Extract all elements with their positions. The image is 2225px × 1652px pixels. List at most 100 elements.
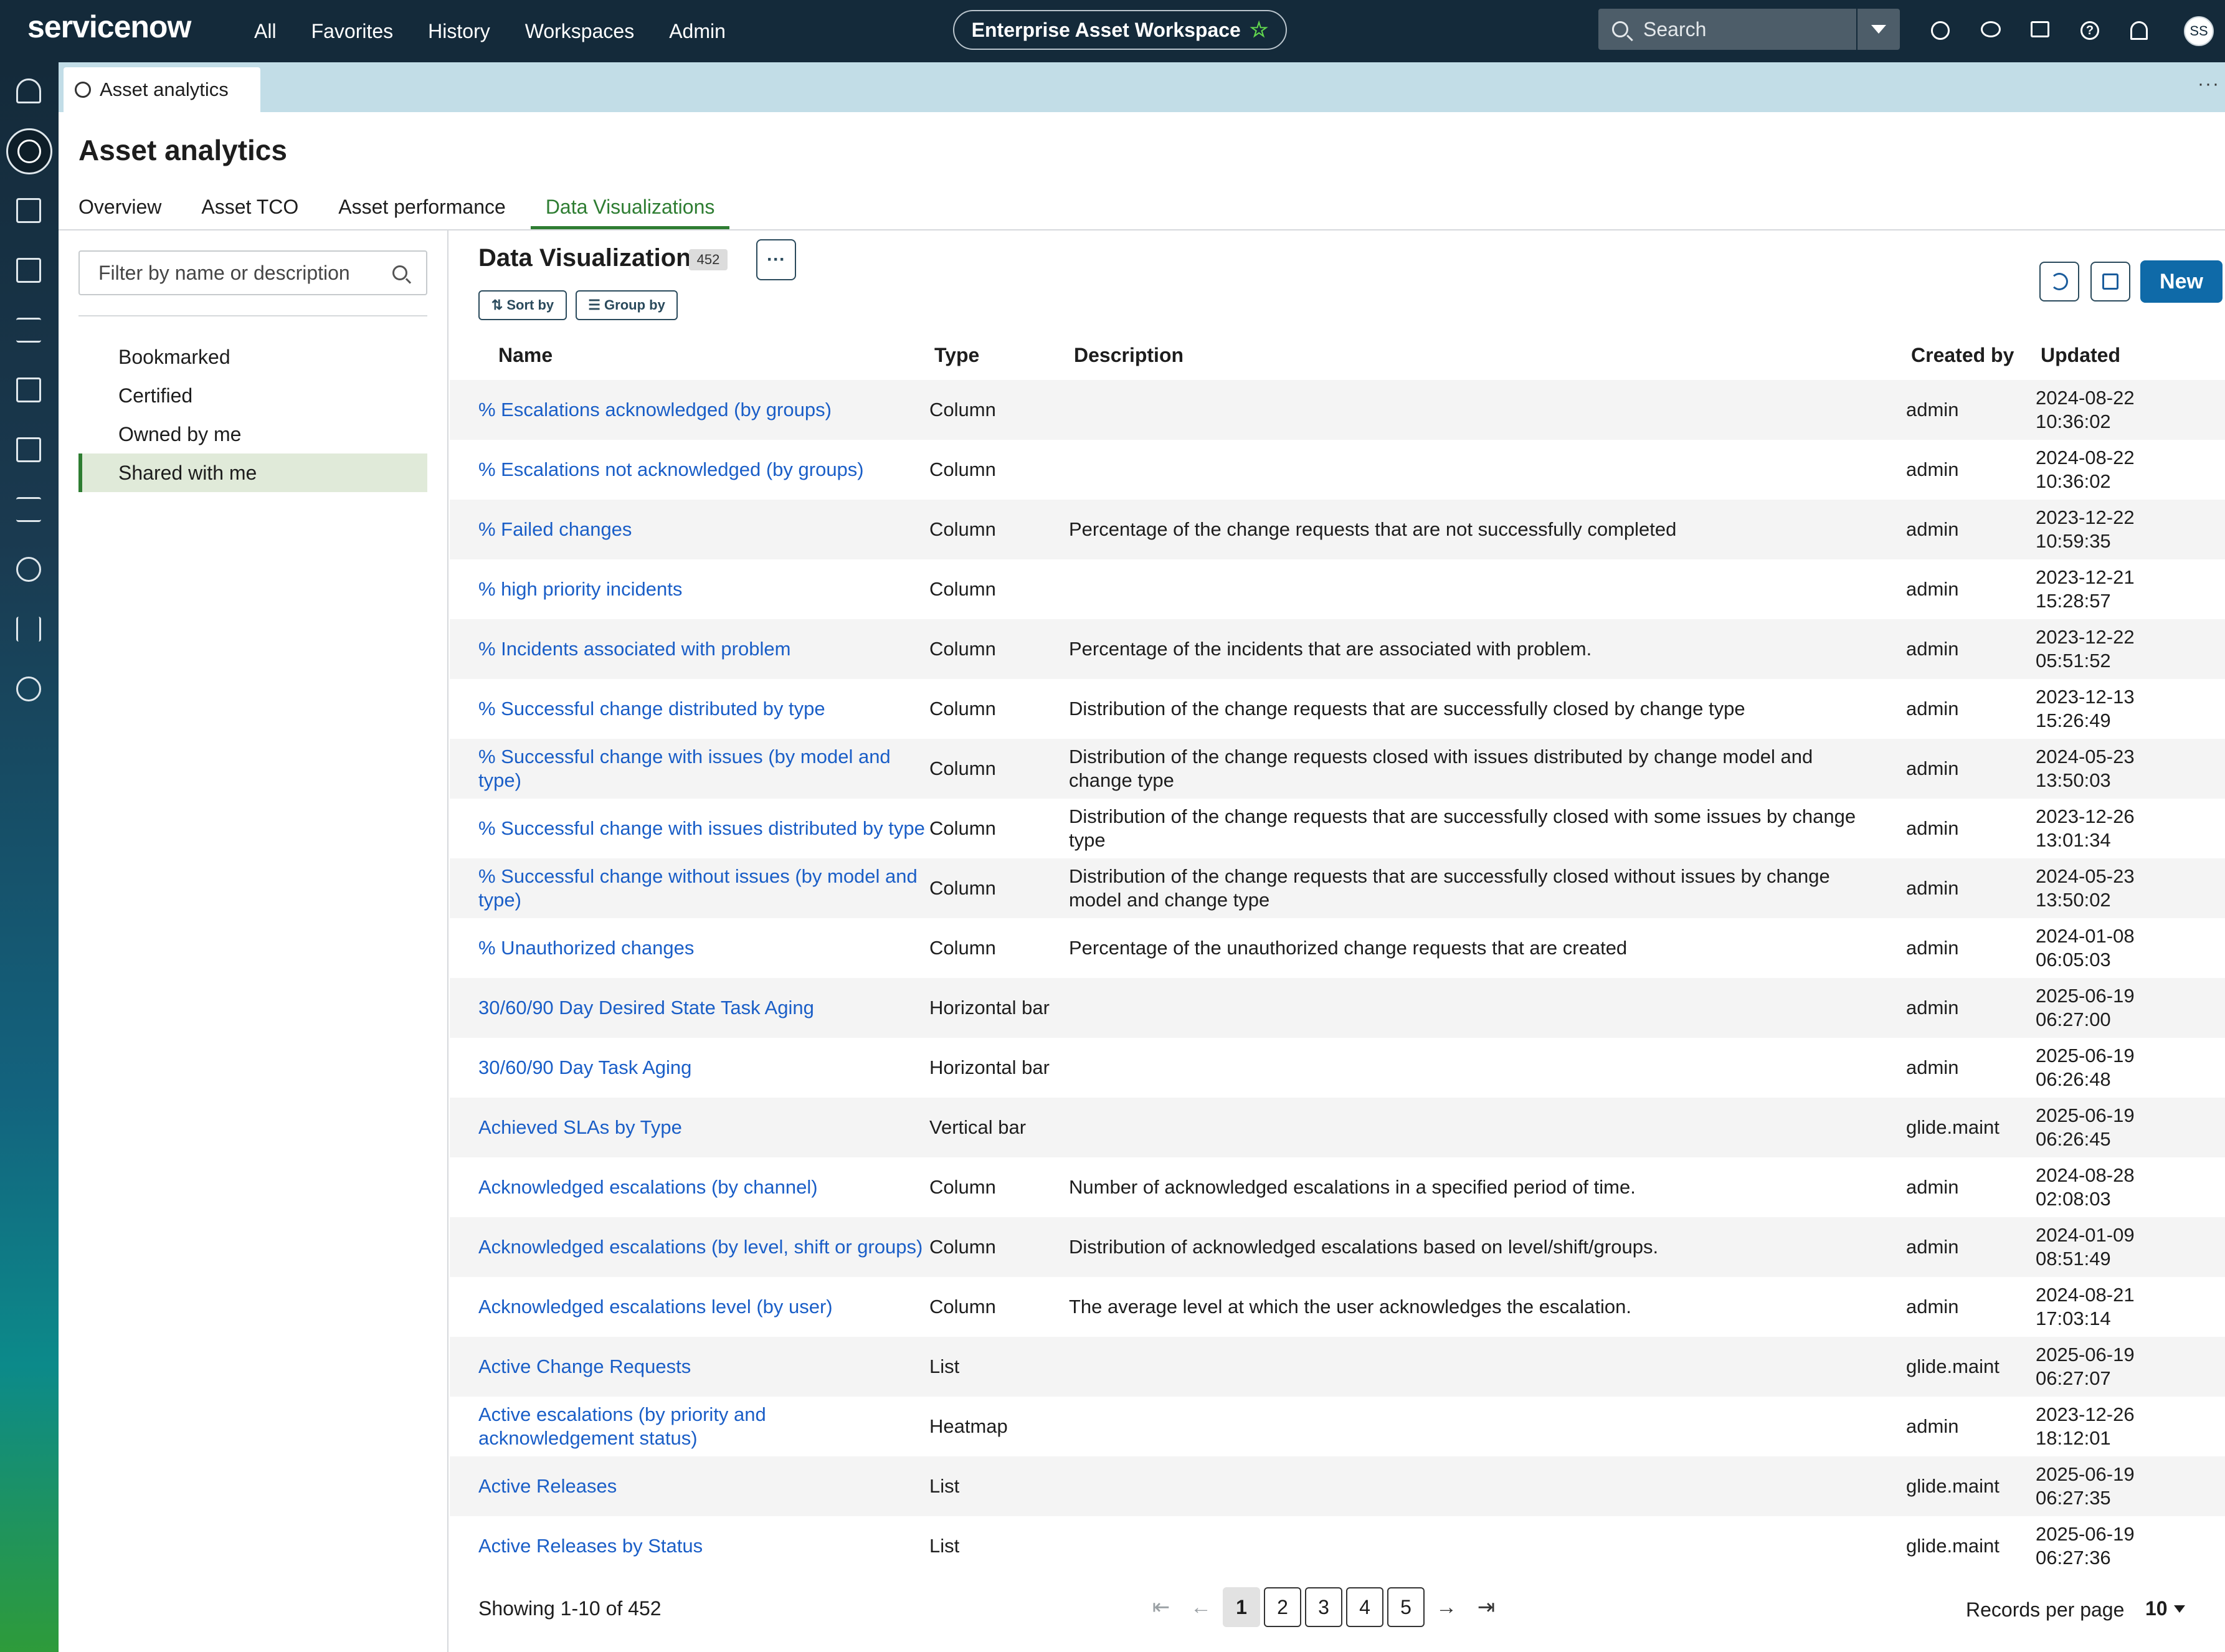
visualization-link[interactable]: 30/60/90 Day Task Aging [478, 1056, 691, 1078]
visualization-link[interactable]: % Incidents associated with problem [478, 638, 790, 660]
next-page-icon[interactable]: → [1426, 1587, 1466, 1627]
nav-admin[interactable]: Admin [669, 20, 726, 43]
visualization-link[interactable]: 30/60/90 Day Desired State Task Aging [478, 997, 814, 1018]
visualization-link[interactable]: % Successful change with issues (by mode… [478, 746, 891, 791]
tab-data-visualizations[interactable]: Data Visualizations [530, 191, 729, 229]
sliders-icon[interactable] [16, 318, 42, 344]
more-tabs-icon[interactable]: ··· [2198, 74, 2220, 95]
page-4[interactable]: 4 [1346, 1587, 1383, 1627]
table-row[interactable]: Achieved SLAs by Type Vertical bar glide.m… [450, 1098, 2225, 1157]
tab-asset-performance[interactable]: Asset performance [338, 191, 506, 229]
table-row[interactable]: % Escalations not acknowledged (by group… [450, 440, 2225, 500]
wrench-icon[interactable] [16, 557, 42, 583]
table-row[interactable]: Active Releases by Status List glide.maint… [450, 1516, 2225, 1576]
table-row[interactable]: % Failed changes Column Percentage of the … [450, 500, 2225, 559]
first-page-icon[interactable]: ⇤ [1141, 1587, 1181, 1627]
nav-all[interactable]: All [254, 20, 277, 43]
col-description-header[interactable]: Description [1069, 344, 1906, 367]
filter-certified[interactable]: Certified [78, 376, 427, 415]
table-row[interactable]: 30/60/90 Day Desired State Task Aging Hor… [450, 978, 2225, 1038]
page-3[interactable]: 3 [1305, 1587, 1342, 1627]
help-icon[interactable]: ? [2080, 21, 2099, 40]
visualization-link[interactable]: Active Change Requests [478, 1355, 691, 1377]
servicenow-logo[interactable]: servicenow [27, 9, 191, 45]
col-created-by-header[interactable]: Created by [1906, 344, 2036, 367]
nav-history[interactable]: History [428, 20, 490, 43]
table-row[interactable]: % Successful change with issues (by mode… [450, 739, 2225, 799]
contextual-app-icon[interactable] [2031, 21, 2049, 37]
table-row[interactable]: Acknowledged escalations (by level, shif… [450, 1217, 2225, 1277]
visualization-link[interactable]: % Successful change without issues (by m… [478, 865, 918, 911]
workspace-switcher[interactable]: Enterprise Asset Workspace ☆ [953, 10, 1287, 50]
nav-favorites[interactable]: Favorites [311, 20, 394, 43]
visualization-link[interactable]: Achieved SLAs by Type [478, 1116, 682, 1138]
global-search[interactable] [1598, 9, 1856, 50]
table-row[interactable]: 30/60/90 Day Task Aging Horizontal bar adm… [450, 1038, 2225, 1098]
visualization-link[interactable]: % Successful change with issues distribu… [478, 817, 925, 839]
refresh-button[interactable] [2039, 262, 2079, 301]
visualization-link[interactable]: Active escalations (by priority and ackn… [478, 1403, 766, 1449]
nav-workspaces[interactable]: Workspaces [525, 20, 634, 43]
star-icon[interactable]: ☆ [1250, 17, 1268, 42]
book-icon[interactable] [16, 437, 42, 463]
last-page-icon[interactable]: ⇥ [1466, 1587, 1506, 1627]
visualization-link[interactable]: Active Releases [478, 1475, 617, 1497]
table-row[interactable]: % Incidents associated with problem Colum… [450, 619, 2225, 679]
table-row[interactable]: Acknowledged escalations (by channel) Col… [450, 1157, 2225, 1217]
globe-icon[interactable] [1931, 21, 1950, 40]
home-icon[interactable] [16, 78, 42, 105]
visualization-link[interactable]: Acknowledged escalations (by channel) [478, 1176, 818, 1198]
new-button[interactable]: New [2140, 260, 2223, 303]
table-row[interactable]: % Successful change with issues distribu… [450, 799, 2225, 858]
prev-page-icon[interactable]: ← [1181, 1587, 1221, 1627]
visualization-link[interactable]: % Unauthorized changes [478, 937, 694, 959]
export-button[interactable] [2090, 262, 2130, 301]
dollar-document-icon[interactable] [16, 377, 42, 404]
page-5[interactable]: 5 [1387, 1587, 1425, 1627]
clipboard-icon[interactable] [16, 258, 42, 284]
filter-box[interactable] [78, 250, 427, 295]
visualization-link[interactable]: % Escalations not acknowledged (by group… [478, 458, 864, 480]
group-by-button[interactable]: ☰ Group by [576, 290, 678, 320]
visualization-link[interactable]: % Failed changes [478, 518, 632, 540]
gear-icon[interactable] [16, 676, 42, 703]
visualization-link[interactable]: Acknowledged escalations (by level, shif… [478, 1236, 923, 1258]
filter-input[interactable] [98, 261, 385, 285]
visualization-link[interactable]: % high priority incidents [478, 578, 682, 600]
table-row[interactable]: % Unauthorized changes Column Percentage o… [450, 918, 2225, 978]
records-per-page-select[interactable]: 10 [2145, 1597, 2185, 1620]
table-row[interactable]: % Escalations acknowledged (by groups) Co… [450, 380, 2225, 440]
chat-icon[interactable] [1981, 21, 2001, 37]
sort-arrows-icon[interactable] [16, 617, 42, 643]
visualization-link[interactable]: Active Releases by Status [478, 1535, 703, 1557]
col-updated-header[interactable]: Updated [2036, 344, 2223, 367]
tab-asset-analytics[interactable]: Asset analytics [64, 67, 260, 112]
table-row[interactable]: % high priority incidents Column admin 2023… [450, 559, 2225, 619]
table-row[interactable]: % Successful change without issues (by m… [450, 858, 2225, 918]
col-type-header[interactable]: Type [926, 344, 1069, 367]
avatar[interactable]: SS [2184, 16, 2214, 46]
search-scope-dropdown[interactable] [1857, 9, 1900, 50]
page-2[interactable]: 2 [1264, 1587, 1301, 1627]
building-icon[interactable] [16, 198, 42, 224]
visualization-link[interactable]: Acknowledged escalations level (by user) [478, 1296, 833, 1317]
table-row[interactable]: Active escalations (by priority and ackn… [450, 1397, 2225, 1456]
filter-shared-with-me[interactable]: Shared with me [78, 453, 427, 492]
table-row[interactable]: % Successful change distributed by type C… [450, 679, 2225, 739]
list-icon[interactable] [16, 497, 42, 523]
table-row[interactable]: Acknowledged escalations level (by user)… [450, 1277, 2225, 1337]
more-actions-button[interactable]: ··· [756, 239, 796, 280]
visualization-link[interactable]: % Escalations acknowledged (by groups) [478, 399, 832, 420]
col-name-header[interactable]: Name [450, 344, 926, 367]
tab-overview[interactable]: Overview [78, 191, 161, 229]
page-1[interactable]: 1 [1223, 1587, 1260, 1627]
bell-icon[interactable] [2130, 21, 2148, 40]
visualization-link[interactable]: % Successful change distributed by type [478, 698, 825, 719]
filter-bookmarked[interactable]: Bookmarked [78, 338, 427, 376]
global-search-input[interactable] [1643, 17, 1830, 41]
table-row[interactable]: Active Releases List glide.maint 2025-06-19… [450, 1456, 2225, 1516]
table-row[interactable]: Active Change Requests List glide.maint 202… [450, 1337, 2225, 1397]
analytics-icon[interactable] [6, 128, 52, 174]
sort-by-button[interactable]: ⇅ Sort by [478, 290, 567, 320]
tab-asset-tco[interactable]: Asset TCO [201, 191, 298, 229]
